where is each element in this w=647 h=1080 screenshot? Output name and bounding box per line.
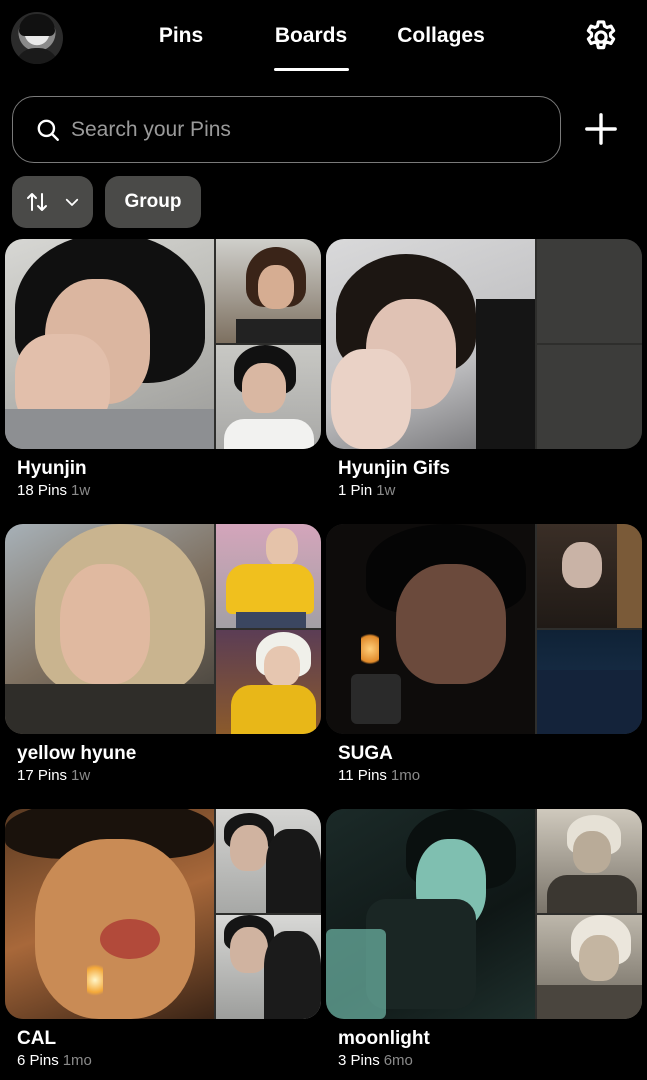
tab-pins[interactable]: Pins <box>150 20 212 52</box>
board-cover-empty-tile <box>537 345 642 449</box>
tab-collages[interactable]: Collages <box>388 20 494 52</box>
board-title: yellow hyune <box>17 743 137 764</box>
board-age: 1w <box>71 482 91 499</box>
board-cover[interactable] <box>326 809 642 1019</box>
board-pin-count: 18 Pins <box>17 482 68 499</box>
board-meta: 17 Pins 1w <box>17 766 321 786</box>
board-age: 1mo <box>390 767 421 784</box>
profile-avatar[interactable] <box>11 12 63 64</box>
plus-icon[interactable] <box>584 112 618 146</box>
board-cover-image <box>537 809 642 913</box>
board-cover-image <box>216 915 321 1019</box>
board-meta: 1 Pin 1w <box>338 481 642 501</box>
board-cover[interactable] <box>5 524 321 734</box>
board-meta: 3 Pins 6mo <box>338 1051 642 1071</box>
board-cover-main-image <box>326 809 535 1019</box>
board-meta: 18 Pins 1w <box>17 481 321 501</box>
board-meta: 11 Pins 1mo <box>338 766 642 786</box>
board-cover[interactable] <box>5 809 321 1019</box>
board-title: moonlight <box>338 1028 430 1049</box>
board-card[interactable]: CAL 6 Pins 1mo <box>5 809 321 1071</box>
top-bar: Pins Boards Collages <box>0 0 647 80</box>
board-card[interactable]: Hyunjin 18 Pins 1w <box>5 239 321 501</box>
board-cover-main-image <box>5 809 214 1019</box>
board-pin-count: 17 Pins <box>17 767 68 784</box>
board-card[interactable]: yellow hyune 17 Pins 1w <box>5 524 321 786</box>
board-meta: 6 Pins 1mo <box>17 1051 321 1071</box>
board-cover-main-image <box>326 524 535 734</box>
board-card[interactable]: SUGA 11 Pins 1mo <box>326 524 642 786</box>
board-title: Hyunjin <box>17 458 87 479</box>
tab-boards[interactable]: Boards <box>270 20 352 52</box>
board-card[interactable]: moonlight 3 Pins 6mo <box>326 809 642 1071</box>
gear-icon[interactable] <box>582 18 620 56</box>
board-age: 6mo <box>383 1052 413 1069</box>
chevron-down-icon <box>65 198 78 206</box>
board-cover-image <box>537 630 642 734</box>
board-cover-main-image <box>326 239 535 449</box>
board-cover-main-image <box>5 524 214 734</box>
board-title: SUGA <box>338 743 393 764</box>
group-button[interactable]: Group <box>105 176 201 228</box>
search-placeholder: Search your Pins <box>71 117 231 141</box>
board-cover[interactable] <box>5 239 321 449</box>
board-cover-image <box>537 524 642 628</box>
board-cover-main-image <box>5 239 214 449</box>
sort-button[interactable] <box>12 176 93 228</box>
board-title: Hyunjin Gifs <box>338 458 450 479</box>
board-age: 1w <box>376 482 396 499</box>
board-cover-image <box>216 524 321 628</box>
board-pin-count: 6 Pins <box>17 1052 59 1069</box>
board-title: CAL <box>17 1028 57 1049</box>
active-tab-indicator <box>274 68 349 71</box>
sort-arrows-icon <box>26 193 47 211</box>
board-cover[interactable] <box>326 239 642 449</box>
board-card[interactable]: Hyunjin Gifs 1 Pin 1w <box>326 239 642 501</box>
board-cover-image <box>537 915 642 1019</box>
board-cover[interactable] <box>326 524 642 734</box>
board-age: 1w <box>71 767 91 784</box>
board-cover-image <box>216 239 321 343</box>
board-pin-count: 1 Pin <box>338 482 373 499</box>
board-cover-empty-tile <box>537 239 642 343</box>
board-cover-image <box>216 345 321 449</box>
search-icon <box>37 119 59 141</box>
board-cover-image <box>216 630 321 734</box>
board-age: 1mo <box>62 1052 92 1069</box>
board-cover-image <box>216 809 321 913</box>
search-input[interactable]: Search your Pins <box>12 96 561 163</box>
board-pin-count: 3 Pins <box>338 1052 380 1069</box>
board-pin-count: 11 Pins <box>338 767 387 784</box>
